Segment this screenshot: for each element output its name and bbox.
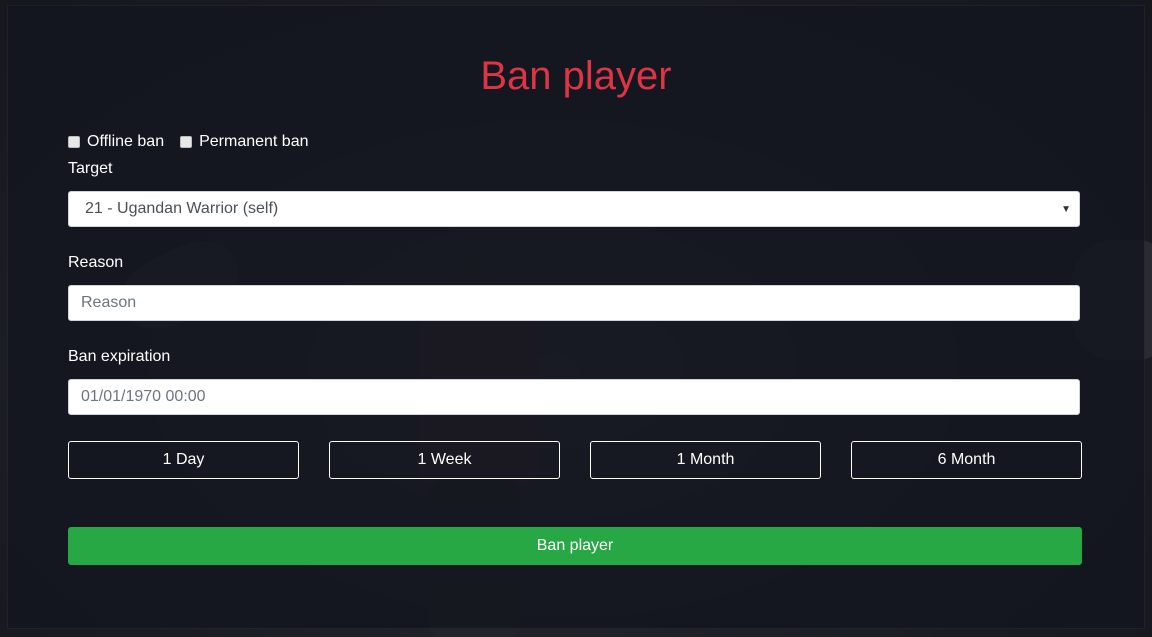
checkbox-box[interactable] — [68, 136, 80, 148]
target-select[interactable]: 21 - Ugandan Warrior (self) ▼ — [68, 191, 1080, 227]
checkbox-box[interactable] — [180, 136, 193, 148]
permanent-ban-checkbox[interactable]: Permanent ban — [180, 133, 309, 151]
reason-label: Reason — [68, 254, 124, 271]
duration-6-month-button[interactable]: 6 Month — [851, 441, 1082, 479]
target-label: Target — [68, 160, 113, 177]
permanent-ban-label[interactable]: Permanent ban — [199, 133, 308, 151]
offline-ban-label[interactable]: Offline ban — [87, 133, 164, 151]
duration-1-day-button[interactable]: 1 Day — [68, 441, 299, 479]
duration-1-month-button[interactable]: 1 Month — [590, 441, 821, 479]
ban-player-dialog: Ban player Offline ban Permanent ban Tar… — [8, 6, 1144, 628]
chevron-down-icon: ▼ — [1061, 203, 1071, 215]
ban-expiration-value: 01/01/1970 00:00 — [81, 388, 206, 405]
ban-expiration-input[interactable]: 01/01/1970 00:00 — [68, 379, 1080, 415]
target-select-value: 21 - Ugandan Warrior (self) — [85, 200, 279, 217]
duration-1-week-button[interactable]: 1 Week — [329, 441, 560, 479]
offline-ban-checkbox[interactable]: Offline ban — [68, 133, 164, 151]
ban-options: Offline ban Permanent ban — [68, 133, 325, 151]
dialog-title: Ban player — [480, 54, 672, 98]
reason-input[interactable]: Reason — [68, 285, 1080, 321]
ban-player-button[interactable]: Ban player — [68, 527, 1082, 565]
reason-placeholder: Reason — [81, 294, 137, 311]
ban-expiration-label: Ban expiration — [68, 348, 171, 365]
